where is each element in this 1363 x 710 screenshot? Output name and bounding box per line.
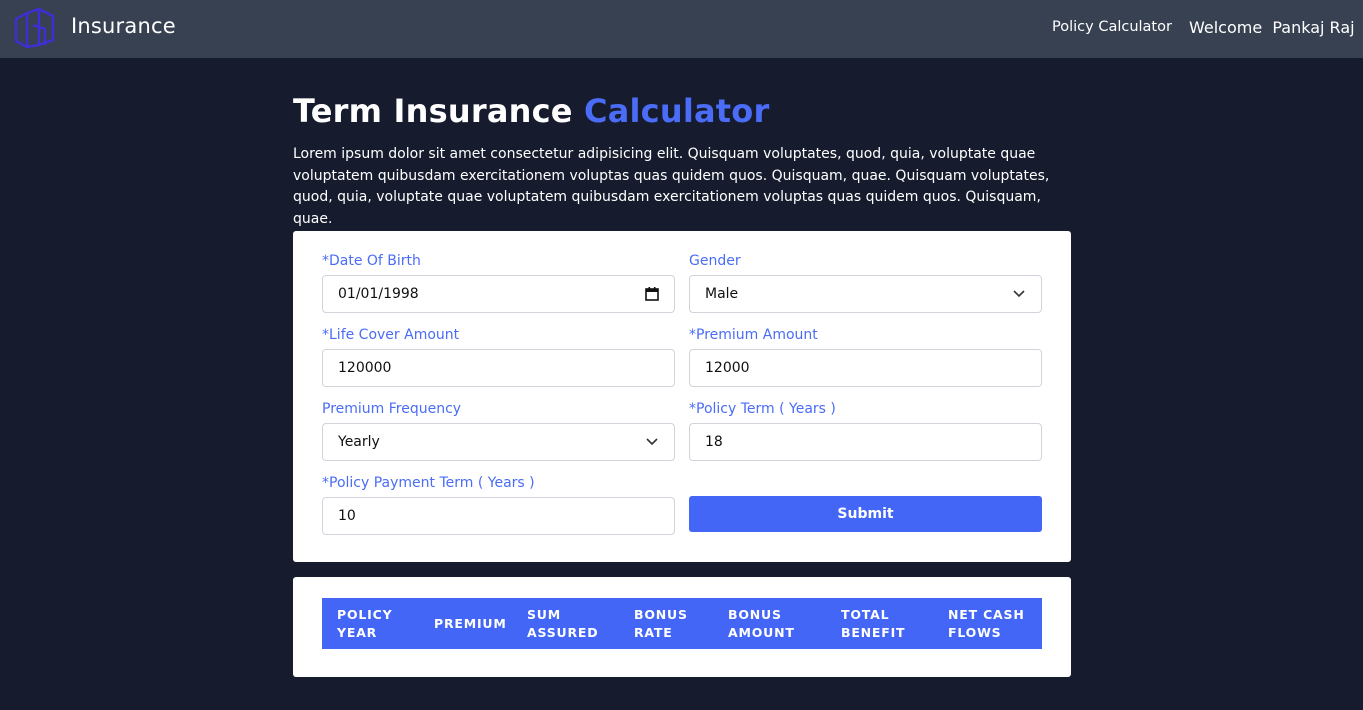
payment-term-input[interactable]: 10 xyxy=(322,497,675,535)
dob-label: *Date Of Birth xyxy=(322,253,421,269)
gender-select[interactable]: Male xyxy=(689,275,1042,313)
chevron-down-icon xyxy=(1013,290,1025,298)
col-premium: PREMIUM xyxy=(434,615,527,633)
col-total-benefit-line2: BENEFIT xyxy=(841,624,906,640)
dob-input[interactable]: 01/01/1998 xyxy=(322,275,675,313)
policy-term-field: *Policy Term ( Years ) 18 xyxy=(689,399,1042,461)
gender-label: Gender xyxy=(689,253,741,269)
brand-name[interactable]: Insurance xyxy=(71,14,176,38)
col-total-benefit: TOTAL BENEFIT xyxy=(841,606,948,642)
premium-frequency-value: Yearly xyxy=(338,434,380,450)
dob-field: *Date Of Birth 01/01/1998 xyxy=(322,251,675,313)
premium-amount-value: 12000 xyxy=(705,360,750,376)
building-logo-icon[interactable] xyxy=(13,7,57,50)
life-cover-input[interactable]: 120000 xyxy=(322,349,675,387)
page-title-main: Term Insurance xyxy=(293,92,585,130)
welcome-user: Welcome Pankaj Raj xyxy=(1189,18,1355,37)
col-total-benefit-line1: TOTAL xyxy=(841,606,890,622)
col-net-cash-flows: NET CASH FLOWS xyxy=(948,606,1042,642)
intro-paragraph: Lorem ipsum dolor sit amet consectetur a… xyxy=(293,146,1050,227)
premium-amount-input[interactable]: 12000 xyxy=(689,349,1042,387)
col-premium-line1: PREMIUM xyxy=(434,615,507,631)
col-bonus-amount-line1: BONUS xyxy=(728,606,782,622)
col-policy-year-line2: YEAR xyxy=(337,624,378,640)
payment-term-label: *Policy Payment Term ( Years ) xyxy=(322,475,535,491)
life-cover-value: 120000 xyxy=(338,360,392,376)
col-policy-year-line1: POLICY xyxy=(337,606,393,622)
results-table-card: POLICY YEAR PREMIUM SUM ASSURED BONUS RA… xyxy=(293,577,1071,677)
premium-frequency-label: Premium Frequency xyxy=(322,401,462,417)
col-bonus-amount: BONUS AMOUNT xyxy=(728,606,841,642)
page-title-accent: Calculator xyxy=(584,92,770,130)
dob-value: 01/01/1998 xyxy=(338,286,419,302)
gender-value: Male xyxy=(705,286,739,302)
premium-amount-field: *Premium Amount 12000 xyxy=(689,325,1042,387)
col-net-cash-flows-line1: NET CASH xyxy=(948,606,1025,622)
premium-frequency-field: Premium Frequency Yearly xyxy=(322,399,675,461)
policy-term-input[interactable]: 18 xyxy=(689,423,1042,461)
life-cover-field: *Life Cover Amount 120000 xyxy=(322,325,675,387)
calendar-icon[interactable] xyxy=(645,287,659,301)
nav-policy-calculator[interactable]: Policy Calculator xyxy=(1052,19,1172,35)
page-title: Term Insurance Calculator xyxy=(293,92,769,130)
gender-field: Gender Male xyxy=(689,251,1042,313)
payment-term-field: *Policy Payment Term ( Years ) 10 xyxy=(322,473,675,535)
col-bonus-amount-line2: AMOUNT xyxy=(728,624,795,640)
submit-button[interactable]: Submit xyxy=(689,496,1042,532)
col-bonus-rate: BONUS RATE xyxy=(634,606,728,642)
payment-term-value: 10 xyxy=(338,508,356,524)
chevron-down-icon xyxy=(646,438,658,446)
premium-frequency-select[interactable]: Yearly xyxy=(322,423,675,461)
calculator-form: *Date Of Birth 01/01/1998 Gender Male *L… xyxy=(293,231,1071,562)
col-bonus-rate-line1: BONUS xyxy=(634,606,688,622)
col-net-cash-flows-line2: FLOWS xyxy=(948,624,1002,640)
policy-term-value: 18 xyxy=(705,434,723,450)
life-cover-label: *Life Cover Amount xyxy=(322,327,460,343)
col-sum-assured-line2: ASSURED xyxy=(527,624,599,640)
top-navbar: Insurance Policy Calculator Welcome Pank… xyxy=(0,0,1363,58)
col-bonus-rate-line2: RATE xyxy=(634,624,673,640)
table-header: POLICY YEAR PREMIUM SUM ASSURED BONUS RA… xyxy=(322,598,1042,649)
col-policy-year: POLICY YEAR xyxy=(337,606,434,642)
policy-term-label: *Policy Term ( Years ) xyxy=(689,401,836,417)
premium-amount-label: *Premium Amount xyxy=(689,327,818,343)
col-sum-assured: SUM ASSURED xyxy=(527,606,634,642)
col-sum-assured-line1: SUM xyxy=(527,606,561,622)
